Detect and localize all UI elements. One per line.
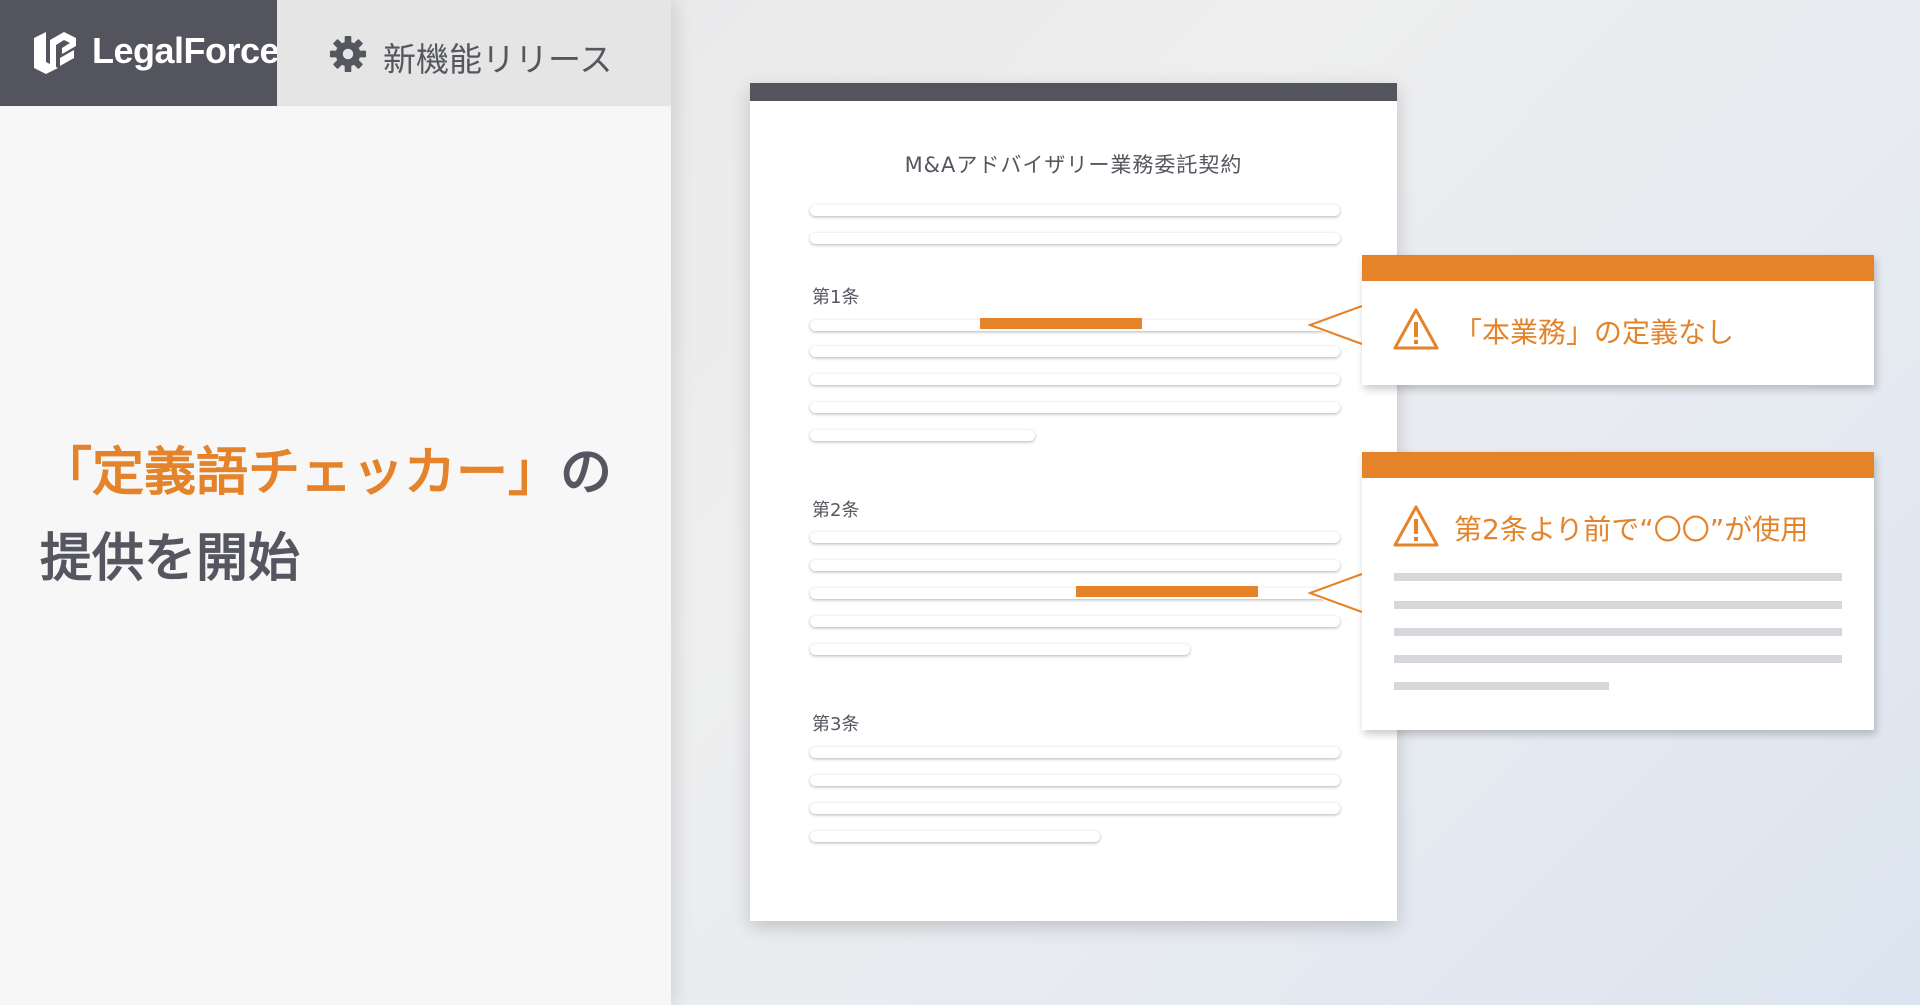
- document-title: M&Aアドバイザリー業務委託契約: [904, 153, 1243, 177]
- headline-line-1: 「定義語チェッカー」の: [40, 430, 660, 516]
- detail-line: [1394, 682, 1609, 690]
- text-line: [810, 430, 1035, 441]
- text-line: [810, 374, 1340, 385]
- callout-early-usage[interactable]: 第2条より前で“〇〇”が使用: [1362, 452, 1874, 730]
- text-line: [810, 616, 1340, 627]
- callout-header-bar: [1362, 255, 1874, 281]
- brand-name: LegalForce: [92, 30, 280, 71]
- headline-suffix: の: [560, 443, 613, 503]
- contract-document: M&Aアドバイザリー業務委託契約 第1条 第2条 第3条: [750, 83, 1397, 921]
- text-line: [810, 588, 1340, 599]
- text-line: [810, 346, 1340, 357]
- article-2-title: 第2条: [812, 500, 860, 521]
- gear-icon: [329, 35, 367, 73]
- highlight-undefined-term[interactable]: [980, 318, 1142, 329]
- text-line: [810, 205, 1340, 216]
- warning-icon: [1393, 308, 1439, 350]
- legalforce-logo-icon: [34, 32, 76, 74]
- callout-pointer: [1308, 568, 1363, 618]
- text-line: [810, 560, 1340, 571]
- article-1-title: 第1条: [812, 287, 860, 308]
- highlight-early-usage[interactable]: [1076, 586, 1258, 597]
- text-line: [810, 532, 1340, 543]
- detail-line: [1394, 601, 1842, 609]
- document-top-bar: [750, 83, 1397, 101]
- headline: 「定義語チェッカー」の 提供を開始: [40, 430, 660, 602]
- text-line: [810, 402, 1340, 413]
- callout-message: 「本業務」の定義なし: [1454, 316, 1735, 349]
- detail-line: [1394, 573, 1842, 581]
- text-line: [810, 803, 1340, 814]
- article-3-title: 第3条: [812, 714, 860, 735]
- text-line: [810, 831, 1100, 842]
- left-panel: LegalForce 新機能リリース 「定義語チェッカー」の 提供を開始: [0, 0, 671, 1005]
- detail-line: [1394, 628, 1842, 636]
- callout-header-bar: [1362, 452, 1874, 478]
- brand-logo[interactable]: LegalForce: [0, 0, 280, 106]
- detail-line: [1394, 655, 1842, 663]
- headline-line-2: 提供を開始: [40, 529, 301, 589]
- callout-undefined-term[interactable]: 「本業務」の定義なし: [1362, 255, 1874, 385]
- callout-message: 第2条より前で“〇〇”が使用: [1454, 513, 1809, 546]
- release-label: 新機能リリース: [383, 40, 613, 79]
- text-line: [810, 233, 1340, 244]
- text-line: [810, 644, 1190, 655]
- text-line: [810, 747, 1340, 758]
- text-line: [810, 775, 1340, 786]
- callout-pointer: [1308, 300, 1363, 350]
- release-tag: 新機能リリース: [277, 0, 671, 106]
- headline-accent: 「定義語チェッカー」: [40, 443, 561, 503]
- warning-icon: [1393, 505, 1439, 547]
